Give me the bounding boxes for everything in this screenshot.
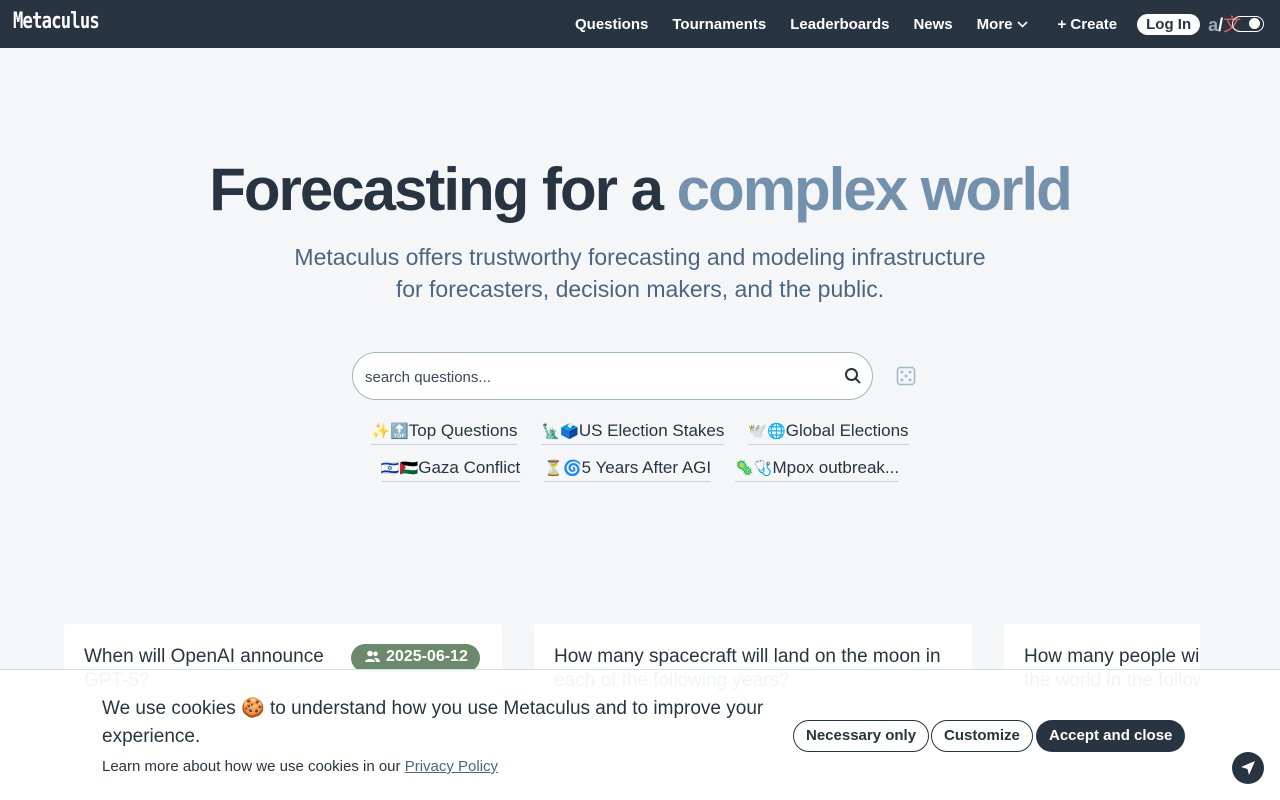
hero-subtitle: Metaculus offers trustworthy forecasting… <box>294 244 986 302</box>
badge-value: 2025-06-12 <box>386 648 468 665</box>
nav-questions[interactable]: Questions <box>575 16 648 33</box>
cookie-small-text: Learn more about how we use cookies in o… <box>102 758 498 775</box>
chevron-down-icon <box>1016 20 1028 28</box>
top-nav: Metaculus Questions Tournaments Leaderbo… <box>0 0 1280 48</box>
chip-emoji: ⏳🌀 <box>544 460 582 477</box>
dice-icon[interactable] <box>896 366 916 386</box>
create-button[interactable]: + Create <box>1058 16 1118 33</box>
nav-more[interactable]: More <box>977 16 1028 33</box>
logo[interactable]: Metaculus <box>13 9 100 34</box>
nav-more-label: More <box>976 15 1013 33</box>
hero-title: Forecasting for a complex world <box>0 155 1280 224</box>
chip-label: Top Questions <box>408 421 518 440</box>
chip-emoji: 🇮🇱🇵🇸 <box>380 460 419 477</box>
chip-label: Mpox outbreak... <box>772 458 900 477</box>
login-button[interactable]: Log In <box>1137 13 1201 35</box>
search-box <box>352 352 873 400</box>
hero-title-main: Forecasting for a <box>209 156 677 223</box>
nav-tournaments[interactable]: Tournaments <box>672 16 766 33</box>
cookie-small-label: Learn more about how we use cookies in o… <box>102 758 405 775</box>
chip-agi[interactable]: ⏳🌀5 Years After AGI <box>544 457 712 482</box>
search-input[interactable] <box>365 365 825 389</box>
chip-label: Global Elections <box>785 421 909 440</box>
sun-icon <box>1249 18 1260 29</box>
chip-emoji: 🕊️🌐 <box>748 423 786 440</box>
chip-gaza[interactable]: 🇮🇱🇵🇸Gaza Conflict <box>380 457 521 482</box>
accept-close-button[interactable]: Accept and close <box>1036 720 1186 752</box>
topic-chips: ✨🔝Top Questions 🗽🗳️US Election Stakes 🕊️… <box>0 420 1280 494</box>
nav-news[interactable]: News <box>913 16 952 33</box>
chip-label: US Election Stakes <box>578 421 725 440</box>
nav-leaderboards[interactable]: Leaderboards <box>790 16 889 33</box>
privacy-policy-link[interactable]: Privacy Policy <box>405 758 498 775</box>
cookie-text: We use cookies 🍪 to understand how you u… <box>102 698 764 747</box>
chip-emoji: 🗽🗳️ <box>541 423 579 440</box>
hero-title-accent: complex world <box>676 156 1073 223</box>
chip-label: 5 Years After AGI <box>581 458 712 477</box>
chip-emoji: ✨🔝 <box>371 423 409 440</box>
necessary-only-button[interactable]: Necessary only <box>793 720 930 752</box>
customize-button[interactable]: Customize <box>931 720 1033 752</box>
chip-emoji: 🦠🩺 <box>735 460 773 477</box>
send-icon <box>1241 761 1255 775</box>
chip-label: Gaza Conflict <box>418 458 521 477</box>
feedback-button[interactable] <box>1232 752 1264 784</box>
chip-top-questions[interactable]: ✨🔝Top Questions <box>371 420 518 445</box>
chip-us-election[interactable]: 🗽🗳️US Election Stakes <box>541 420 725 445</box>
search-icon[interactable] <box>844 367 862 385</box>
users-icon <box>365 650 380 662</box>
chip-mpox[interactable]: 🦠🩺Mpox outbreak... <box>735 457 900 482</box>
theme-toggle[interactable] <box>1232 16 1264 32</box>
prediction-badge: 2025-06-12 <box>351 644 480 672</box>
cookie-banner: We use cookies 🍪 to understand how you u… <box>0 669 1280 800</box>
nav-links: Questions Tournaments Leaderboards News … <box>575 0 1241 48</box>
lang-a: a <box>1208 15 1219 35</box>
chip-global-elections[interactable]: 🕊️🌐Global Elections <box>748 420 909 445</box>
